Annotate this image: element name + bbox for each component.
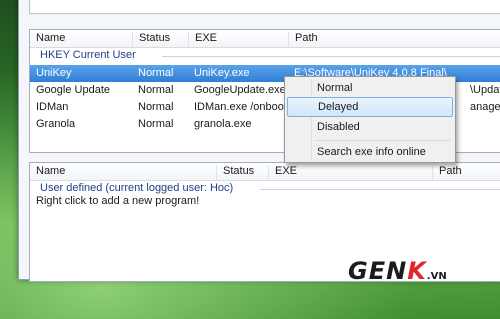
cell-exe: granola.exe xyxy=(194,118,252,130)
genk-watermark-logo: GENK.VN xyxy=(348,257,447,285)
group-divider xyxy=(162,56,500,57)
cell-status: Normal xyxy=(138,67,174,79)
menu-separator xyxy=(315,140,451,141)
column-header-status[interactable]: Status xyxy=(216,165,268,180)
cell-path: anager\ xyxy=(470,101,500,113)
menu-item-delayed[interactable]: Delayed xyxy=(287,97,453,117)
column-header-path[interactable]: Path xyxy=(288,32,500,47)
cell-name: Google Update xyxy=(36,84,110,96)
column-header-name[interactable]: Name xyxy=(30,165,216,180)
cell-name: UniKey xyxy=(36,67,72,79)
group-header: HKEY Current User xyxy=(30,48,500,64)
logo-suffix: .VN xyxy=(426,271,447,282)
cell-status: Normal xyxy=(138,84,174,96)
logo-text: GEN xyxy=(348,257,408,285)
cell-exe: UniKey.exe xyxy=(194,67,250,79)
cell-exe: IDMan.exe /onboot xyxy=(194,101,287,113)
column-header-exe[interactable]: EXE xyxy=(268,165,432,180)
status-context-menu: Normal Delayed Disabled Search exe info … xyxy=(284,76,456,163)
logo-accent-letter: K xyxy=(407,257,427,285)
cell-name: Granola xyxy=(36,118,76,130)
top-panel-remnant xyxy=(29,0,500,14)
group-title: User defined (current logged user: Hoc) xyxy=(40,182,234,194)
cell-status: Normal xyxy=(138,118,174,130)
cell-status: Normal xyxy=(138,101,174,113)
cell-exe: GoogleUpdate.exe xyxy=(194,84,286,96)
column-header-bar: Name Status EXE Path xyxy=(30,30,500,48)
cell-name: IDMan xyxy=(36,101,69,113)
group-title: HKEY Current User xyxy=(40,49,136,61)
column-header-exe[interactable]: EXE xyxy=(188,32,288,47)
group-divider xyxy=(260,189,500,190)
column-header-bar: Name Status EXE Path xyxy=(30,163,500,181)
empty-list-message: Right click to add a new program! xyxy=(36,195,200,207)
menu-item-search-exe-info[interactable]: Search exe info online xyxy=(287,142,453,162)
cell-path: \Update\ xyxy=(470,84,500,96)
menu-item-disabled[interactable]: Disabled xyxy=(287,117,453,137)
menu-item-normal[interactable]: Normal xyxy=(287,78,453,98)
column-header-path[interactable]: Path xyxy=(432,165,500,180)
column-header-status[interactable]: Status xyxy=(132,32,188,47)
column-header-name[interactable]: Name xyxy=(30,32,132,47)
